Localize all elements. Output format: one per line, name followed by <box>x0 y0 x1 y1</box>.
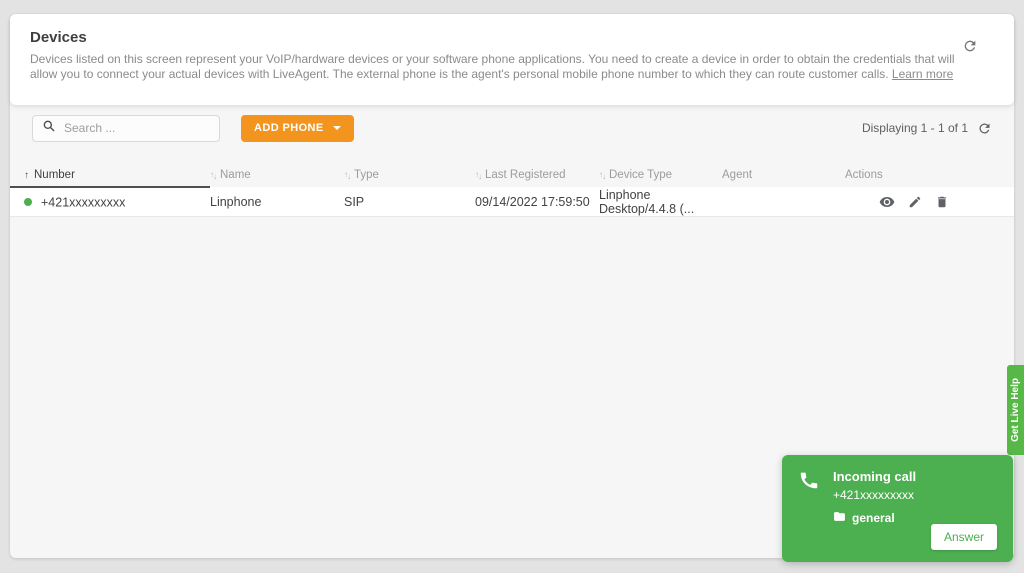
sort-icon: ↑↓ <box>599 171 605 180</box>
cell-device-type: Linphone Desktop/4.4.8 (... <box>599 187 722 217</box>
table-header-row: ↑Number ↑↓Name ↑↓Type ↑↓Last Registered … <box>10 163 1014 187</box>
refresh-icon <box>977 124 992 139</box>
incoming-call-popup: Incoming call +421xxxxxxxxx general Answ… <box>782 455 1013 562</box>
refresh-icon <box>962 42 978 57</box>
delete-button[interactable] <box>935 195 949 209</box>
eye-icon <box>879 198 895 213</box>
table-toolbar: ADD PHONE Displaying 1 - 1 of 1 <box>10 108 1014 148</box>
column-header-type[interactable]: ↑↓Type <box>344 163 475 187</box>
get-live-help-tab[interactable]: Get Live Help <box>1007 365 1024 455</box>
table-row[interactable]: +421xxxxxxxxx Linphone SIP 09/14/2022 17… <box>10 187 1014 217</box>
incoming-call-title: Incoming call <box>833 469 916 484</box>
pencil-icon <box>908 197 922 212</box>
cell-number: +421xxxxxxxxx <box>10 187 210 217</box>
column-header-last-registered[interactable]: ↑↓Last Registered <box>475 163 599 187</box>
learn-more-link[interactable]: Learn more <box>892 67 953 81</box>
sort-asc-icon: ↑ <box>24 170 29 181</box>
chevron-down-icon <box>333 126 341 130</box>
answer-button[interactable]: Answer <box>931 524 997 550</box>
call-department-name: general <box>852 511 895 525</box>
get-live-help-label: Get Live Help <box>1010 378 1021 442</box>
search-icon <box>42 119 56 138</box>
page-title: Devices <box>30 29 994 46</box>
table-refresh-button[interactable] <box>977 121 992 136</box>
add-phone-button[interactable]: ADD PHONE <box>241 115 354 142</box>
edit-button[interactable] <box>908 195 922 209</box>
column-header-number[interactable]: ↑Number <box>10 163 210 187</box>
trash-icon <box>935 197 949 212</box>
column-header-device-type[interactable]: ↑↓Device Type <box>599 163 722 187</box>
page-refresh-button[interactable] <box>962 38 978 54</box>
sort-icon: ↑↓ <box>210 171 216 180</box>
displaying-count: Displaying 1 - 1 of 1 <box>862 121 968 135</box>
incoming-call-number: +421xxxxxxxxx <box>833 488 916 502</box>
column-header-agent: Agent <box>722 163 845 187</box>
call-info: Incoming call +421xxxxxxxxx general <box>833 469 916 526</box>
sort-icon: ↑↓ <box>344 171 350 180</box>
cell-type: SIP <box>344 187 475 217</box>
page-header-card: Devices Devices listed on this screen re… <box>10 14 1014 105</box>
phone-icon <box>798 469 820 526</box>
sort-icon: ↑↓ <box>475 171 481 180</box>
cell-agent <box>722 187 845 217</box>
page-description: Devices listed on this screen represent … <box>30 52 972 82</box>
search-input[interactable] <box>64 121 210 135</box>
cell-last-registered: 09/14/2022 17:59:50 <box>475 187 599 217</box>
view-button[interactable] <box>879 194 895 210</box>
cell-actions <box>845 187 1014 217</box>
call-department: general <box>833 510 916 526</box>
column-header-actions: Actions <box>845 163 1014 187</box>
search-box[interactable] <box>32 115 220 142</box>
page-description-text: Devices listed on this screen represent … <box>30 52 955 81</box>
cell-name: Linphone <box>210 187 344 217</box>
add-phone-label: ADD PHONE <box>254 122 324 134</box>
devices-table: ↑Number ↑↓Name ↑↓Type ↑↓Last Registered … <box>10 163 1014 217</box>
column-header-name[interactable]: ↑↓Name <box>210 163 344 187</box>
status-online-dot <box>24 198 32 206</box>
folder-icon <box>833 510 846 526</box>
